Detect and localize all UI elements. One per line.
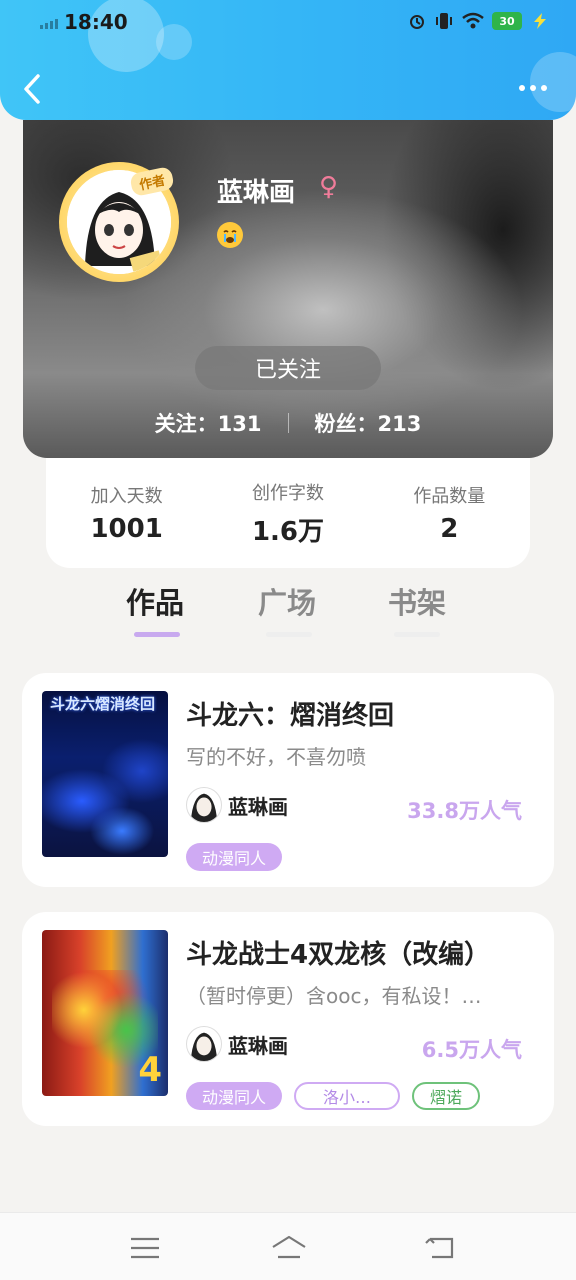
cover-title: 4 (138, 1050, 162, 1090)
work-card[interactable]: 斗龙六熠消终回 斗龙六：熠消终回 写的不好，不喜勿喷 蓝琳画 33.8万人气 动… (22, 673, 554, 887)
tag[interactable]: 动漫同人 (186, 843, 283, 871)
stat-label: 加入天数 (90, 486, 163, 507)
stat-value: 1.6万 (251, 516, 325, 547)
follow-button[interactable]: 已关注 (195, 346, 381, 390)
stats-card: 加入天数 1001 创作字数 1.6万 作品数量 2 (46, 458, 530, 568)
home-icon[interactable] (270, 1233, 308, 1263)
status-time: 18:40 (64, 10, 128, 34)
author-row[interactable]: 蓝琳画 (186, 1026, 288, 1062)
stat-word-count: 创作字数 1.6万 (218, 479, 358, 548)
book-cover[interactable]: 斗龙六熠消终回 (42, 691, 168, 857)
book-cover[interactable]: 4 (42, 930, 168, 1096)
back-icon[interactable] (422, 1233, 458, 1263)
author-name: 蓝琳画 (228, 1033, 288, 1058)
cover-title: 斗龙六熠消终回 (50, 695, 156, 713)
works-list: 斗龙六熠消终回 斗龙六：熠消终回 写的不好，不喜勿喷 蓝琳画 33.8万人气 动… (0, 646, 576, 1126)
status-icons: 30 (408, 12, 550, 30)
tag[interactable]: 熠诺 (412, 1082, 481, 1110)
stat-label: 创作字数 (251, 482, 324, 504)
tab-bar: 作品 广场 书架 (0, 580, 576, 646)
stat-value: 1001 (90, 514, 163, 544)
chevron-left-icon[interactable] (18, 72, 48, 106)
tab-indicator (394, 632, 440, 637)
work-title[interactable]: 斗龙战士4双龙核（改编） (186, 934, 490, 971)
tab-indicator (134, 632, 180, 637)
vibrate-icon (436, 13, 452, 29)
system-nav-bar (0, 1212, 576, 1280)
tab-bookshelf[interactable]: 书架 (388, 580, 446, 622)
tag-list: 动漫同人 洛小… 熠诺 (186, 1082, 481, 1110)
author-avatar (186, 1026, 222, 1062)
charging-icon (534, 13, 546, 29)
app-header: 18:40 30 (0, 0, 576, 120)
follow-counts: 关注：131 粉丝：213 (23, 408, 553, 438)
battery-icon: 30 (492, 12, 522, 30)
female-gender-icon: ♀ (319, 172, 339, 202)
tag-list: 动漫同人 (186, 843, 283, 871)
decor-bubble (156, 24, 192, 60)
author-name: 蓝琳画 (228, 794, 288, 819)
work-title[interactable]: 斗龙六：熠消终回 (186, 695, 394, 732)
wifi-icon (462, 12, 484, 29)
username: 蓝琳画 (217, 178, 296, 208)
divider (287, 413, 289, 433)
work-description: （暂时停更）含ooc，有私设！… (186, 984, 482, 1008)
tab-works[interactable]: 作品 (126, 580, 184, 622)
crying-emoji-icon (217, 222, 243, 248)
stat-value: 2 (440, 514, 459, 544)
more-dots-icon[interactable] (516, 78, 550, 98)
stat-label: 作品数量 (413, 486, 486, 507)
stat-join-days: 加入天数 1001 (57, 482, 197, 544)
work-description: 写的不好，不喜勿喷 (186, 745, 366, 769)
tab-indicator (266, 632, 312, 637)
tab-square[interactable]: 广场 (258, 580, 316, 622)
stat-work-count: 作品数量 2 (379, 482, 519, 544)
signal-icon (40, 19, 58, 29)
tag[interactable]: 动漫同人 (186, 1082, 283, 1110)
alarm-icon (410, 15, 424, 29)
menu-icon[interactable] (127, 1233, 163, 1263)
popularity: 6.5万人气 (421, 1038, 522, 1062)
work-card[interactable]: 4 斗龙战士4双龙核（改编） （暂时停更）含ooc，有私设！… 蓝琳画 6.5万… (22, 912, 554, 1126)
author-avatar (186, 787, 222, 823)
following-count[interactable]: 关注：131 (155, 408, 262, 438)
followers-count[interactable]: 粉丝：213 (315, 408, 422, 438)
tag[interactable]: 洛小… (294, 1082, 401, 1110)
popularity: 33.8万人气 (407, 799, 522, 823)
profile-card: 作者 蓝琳画 ♀ 已关注 关注：131 粉丝：213 (23, 120, 553, 458)
author-row[interactable]: 蓝琳画 (186, 787, 288, 823)
